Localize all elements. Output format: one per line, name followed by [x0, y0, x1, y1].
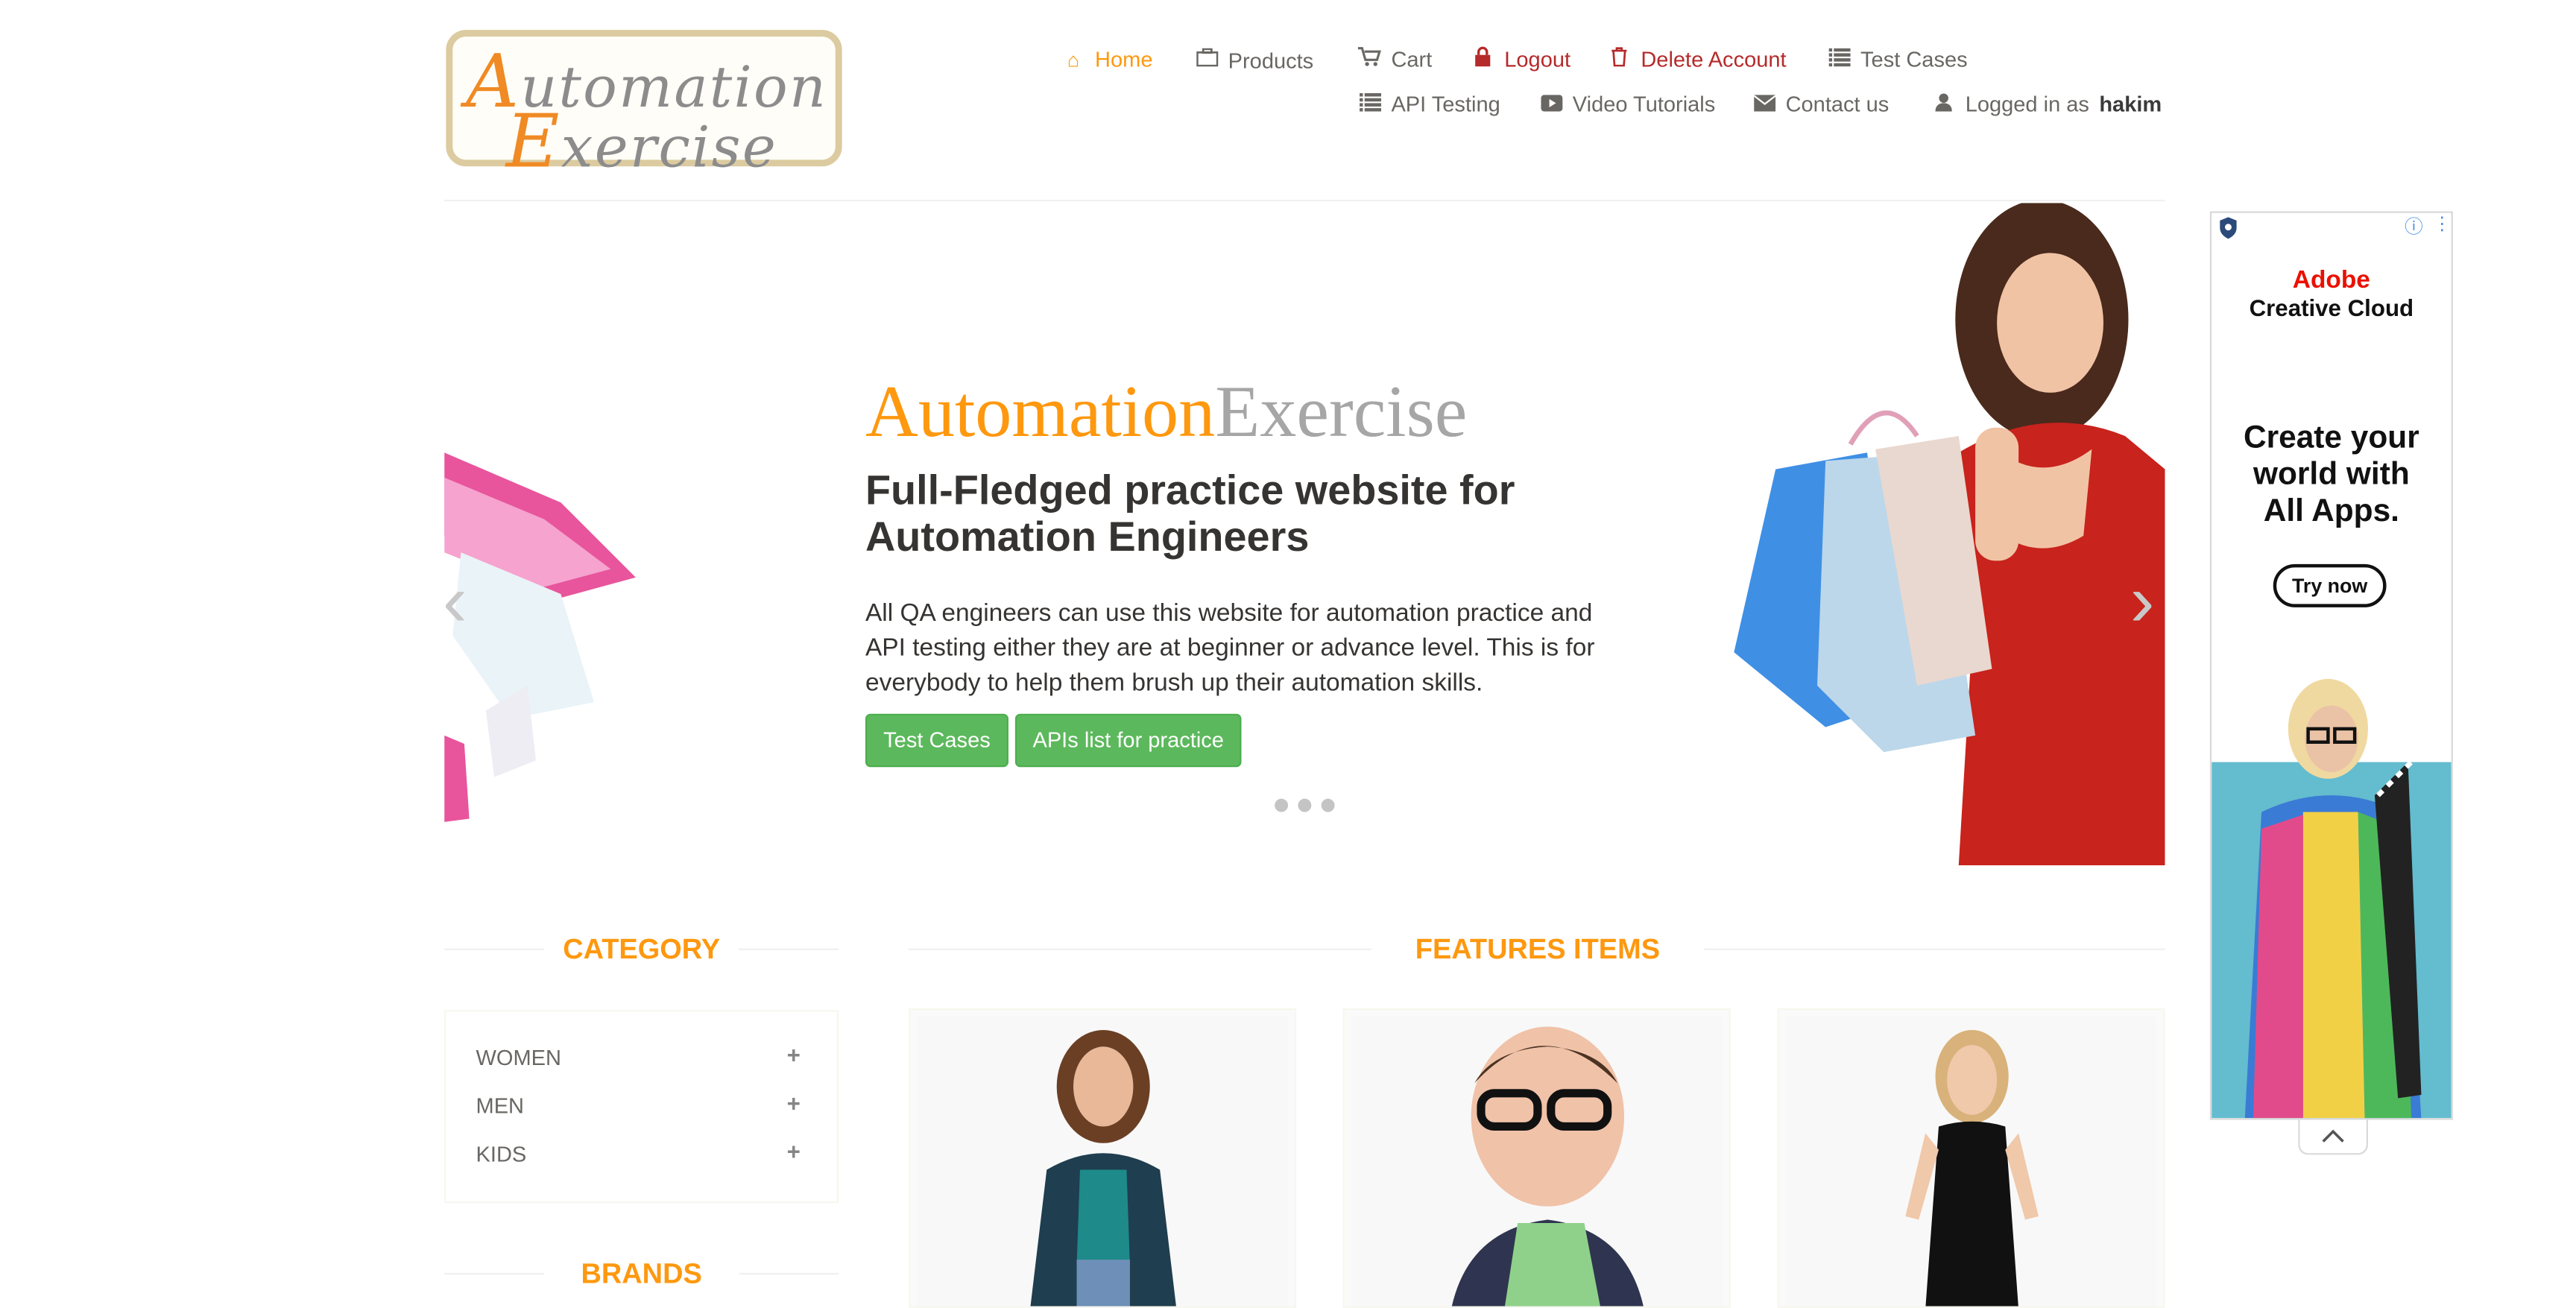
- hero-model-image: [1734, 203, 2165, 865]
- brands-title-line-left: [444, 1272, 545, 1275]
- nav-logout-label: Logout: [1504, 46, 1571, 72]
- nav-cart-label: Cart: [1391, 46, 1433, 72]
- list-icon: [1358, 92, 1381, 116]
- nav-contact-us[interactable]: Contact us: [1752, 92, 1889, 116]
- cart-icon: [1357, 47, 1381, 72]
- ad-try-now-button[interactable]: Try now: [2273, 563, 2387, 607]
- ad-menu-icon[interactable]: ⋮: [2433, 213, 2452, 235]
- list-icon: [1827, 47, 1850, 71]
- ad-artwork-image: [2212, 678, 2452, 1119]
- nav-home[interactable]: ⌂ Home: [1061, 46, 1153, 72]
- ad-headline-line-1: Create your: [2243, 420, 2419, 456]
- category-title-line-right: [739, 948, 839, 950]
- slider-prev-button[interactable]: ‹: [443, 565, 467, 639]
- slider-dot-2[interactable]: [1298, 798, 1312, 812]
- features-title-line-left: [908, 948, 1371, 950]
- ad-collapse-button[interactable]: [2298, 1119, 2368, 1155]
- category-title-line-left: [444, 948, 545, 950]
- user-icon: [1932, 92, 1955, 116]
- logo-line-2: Exercise: [506, 100, 777, 185]
- briefcase-icon: [1195, 47, 1218, 71]
- category-item-women[interactable]: WOMEN: [476, 1045, 561, 1070]
- nav-test-cases-label: Test Cases: [1860, 46, 1968, 72]
- logo-initial-e: E: [505, 99, 561, 185]
- hero-apis-list-button[interactable]: APIs list for practice: [1014, 713, 1242, 768]
- nav-video-tutorials-label: Video Tutorials: [1572, 91, 1716, 117]
- logged-in-username: hakim: [2099, 91, 2162, 117]
- site-logo[interactable]: Automation Exercise: [446, 30, 842, 185]
- ad-headline: Create your world with All Apps.: [2212, 421, 2451, 531]
- ad-headline-line-3: All Apps.: [2263, 494, 2399, 529]
- logged-in-prefix: Logged in as: [1965, 91, 2089, 117]
- ad-brand-adobe: Adobe: [2292, 266, 2370, 295]
- hero-brand-exercise: Exercise: [1215, 370, 1468, 453]
- features-title-line-right: [1704, 948, 2165, 950]
- chevron-up-icon: [2322, 1129, 2344, 1143]
- ad-info-icon[interactable]: ⓘ: [2405, 213, 2423, 240]
- slider-dot-3[interactable]: [1321, 798, 1335, 812]
- product-card[interactable]: [1342, 1008, 1731, 1308]
- ad-headline-line-2: world with: [2253, 457, 2410, 493]
- trash-icon: [1608, 47, 1631, 72]
- hero-headline: Full-Fledged practice website for Automa…: [865, 467, 1515, 561]
- brands-title: BRANDS: [581, 1257, 702, 1290]
- category-men-expand-icon[interactable]: +: [787, 1090, 801, 1116]
- nav-contact-us-label: Contact us: [1785, 91, 1890, 117]
- slider-next-button[interactable]: ›: [2130, 565, 2155, 639]
- ad-brand-creative-cloud: Creative Cloud: [2249, 294, 2414, 321]
- slider-dot-1[interactable]: [1275, 798, 1289, 812]
- ad-shield-icon[interactable]: [2218, 216, 2238, 239]
- header-divider: [444, 199, 2165, 202]
- nav-products[interactable]: Products: [1195, 47, 1314, 74]
- nav-products-label: Products: [1228, 48, 1314, 74]
- video-icon: [1539, 92, 1562, 116]
- nav-api-testing-label: API Testing: [1391, 91, 1500, 117]
- nav-test-cases[interactable]: Test Cases: [1827, 46, 1968, 72]
- nav-delete-account-label: Delete Account: [1641, 46, 1787, 72]
- product-card[interactable]: [1777, 1008, 2165, 1308]
- home-icon: ⌂: [1067, 47, 1080, 71]
- envelope-icon: [1752, 92, 1775, 116]
- hero-description: All QA engineers can use this website fo…: [865, 598, 1595, 698]
- product-image: [1351, 1017, 1723, 1307]
- nav-cart[interactable]: Cart: [1357, 46, 1433, 72]
- nav-api-testing[interactable]: API Testing: [1358, 92, 1500, 116]
- category-panel: WOMEN + MEN + KIDS +: [444, 1010, 839, 1204]
- category-women-expand-icon[interactable]: +: [787, 1042, 801, 1069]
- logo-text-xercise: xercise: [561, 115, 778, 182]
- brands-title-line-right: [739, 1272, 839, 1275]
- product-image: [1785, 1017, 2157, 1307]
- category-item-kids[interactable]: KIDS: [476, 1142, 527, 1166]
- nav-home-label: Home: [1095, 46, 1153, 72]
- features-title: FEATURES ITEMS: [1415, 933, 1661, 965]
- nav-logout[interactable]: Logout: [1471, 47, 1570, 72]
- hero-brand-automation: Automation: [865, 370, 1216, 453]
- product-image: [917, 1017, 1289, 1307]
- category-kids-expand-icon[interactable]: +: [787, 1138, 801, 1165]
- hero-test-cases-button[interactable]: Test Cases: [865, 713, 1008, 768]
- nav-video-tutorials[interactable]: Video Tutorials: [1539, 92, 1715, 116]
- prev-slide-image: [444, 452, 636, 822]
- product-card[interactable]: [908, 1008, 1297, 1308]
- nav-logged-in-user: Logged in as hakim: [1932, 92, 2162, 116]
- category-item-men[interactable]: MEN: [476, 1093, 525, 1118]
- hero-brand-title: AutomationExercise: [865, 370, 1467, 455]
- lock-icon: [1471, 46, 1494, 72]
- category-title: CATEGORY: [563, 933, 721, 965]
- nav-delete-account[interactable]: Delete Account: [1608, 47, 1787, 72]
- advertisement[interactable]: ⓘ ⋮ Adobe Creative Cloud Create your wor…: [2209, 211, 2453, 1120]
